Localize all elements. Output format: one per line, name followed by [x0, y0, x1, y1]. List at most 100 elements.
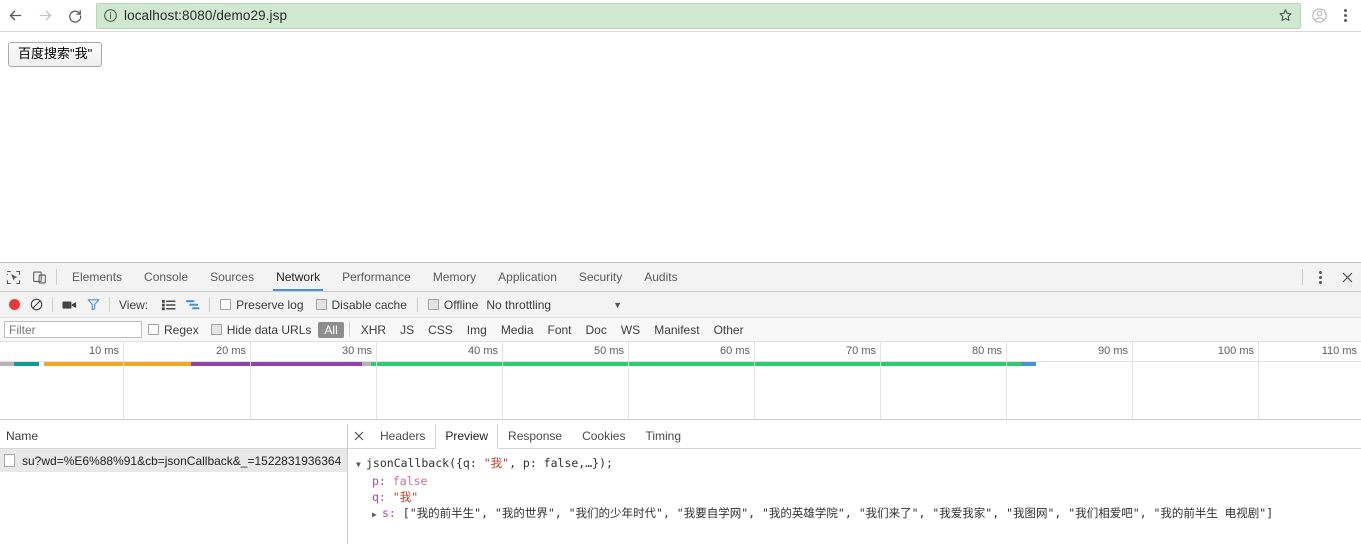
filter-chip-media[interactable]: Media [495, 322, 540, 338]
timeline-gridline [250, 342, 251, 419]
filter-funnel-icon[interactable] [82, 292, 105, 318]
network-split-view: Name su?wd=%E6%88%91&cb=jsonCallback&_=1… [0, 424, 1361, 544]
divider [416, 297, 418, 312]
kebab-menu-icon[interactable] [1333, 1, 1357, 31]
waterfall-view-icon[interactable] [181, 292, 205, 318]
avatar-icon[interactable] [1305, 1, 1333, 31]
chevron-down-icon[interactable]: ▼ [551, 300, 628, 310]
tab-network[interactable]: Network [265, 263, 331, 291]
close-icon[interactable] [348, 424, 370, 448]
list-view-icon[interactable] [157, 292, 181, 318]
tab-application[interactable]: Application [487, 263, 568, 291]
tab-audits[interactable]: Audits [633, 263, 688, 291]
tab-sources[interactable]: Sources [199, 263, 265, 291]
tab-label: Elements [72, 270, 123, 284]
timeline-gridline [754, 342, 755, 419]
tab-memory[interactable]: Memory [422, 263, 487, 291]
requests-pane: Name su?wd=%E6%88%91&cb=jsonCallback&_=1… [0, 424, 348, 544]
more-options-icon[interactable] [1307, 263, 1333, 291]
table-row[interactable]: su?wd=%E6%88%91&cb=jsonCallback&_=152283… [0, 449, 347, 472]
timeline-gridline [123, 342, 124, 419]
timeline-tick-label: 100 ms [1217, 345, 1254, 357]
chevron-down-icon[interactable] [356, 457, 366, 473]
timeline-gridline [1006, 342, 1007, 419]
tab-label: Memory [432, 270, 477, 284]
disable-cache-checkbox[interactable]: Disable cache [310, 298, 413, 312]
throttling-select[interactable]: No throttling [484, 298, 551, 312]
record-button-icon[interactable] [4, 292, 25, 318]
tab-headers[interactable]: Headers [370, 424, 435, 448]
regex-checkbox[interactable]: Regex [142, 323, 205, 337]
back-button[interactable] [0, 1, 30, 31]
tab-preview[interactable]: Preview [435, 424, 499, 449]
tab-label: Security [578, 270, 623, 284]
requests-column-header[interactable]: Name [0, 424, 347, 449]
timeline-tick-label: 10 ms [89, 345, 119, 357]
view-label: View: [114, 292, 157, 318]
timing-segment-dns-lookup [44, 362, 192, 366]
browser-actions [1305, 1, 1361, 31]
timing-segment-finish [1020, 362, 1037, 366]
reload-button[interactable] [60, 1, 90, 31]
tab-console[interactable]: Console [133, 263, 199, 291]
json-key: p: [372, 474, 386, 488]
offline-label: Offline [443, 297, 479, 312]
baidu-search-button[interactable]: 百度搜索"我" [8, 42, 103, 68]
timing-segment-stalled [14, 362, 40, 366]
forward-button[interactable] [30, 1, 60, 31]
clear-icon[interactable] [25, 292, 48, 318]
offline-checkbox[interactable]: Offline [422, 298, 484, 312]
network-overview-timeline[interactable]: 10 ms 20 ms 30 ms 40 ms 50 ms 60 ms 70 ms 80 ms… [0, 342, 1361, 420]
timeline-gridline [376, 342, 377, 419]
regex-label: Regex [164, 322, 199, 337]
filter-chip-manifest[interactable]: Manifest [648, 322, 705, 338]
search-input[interactable] [4, 321, 142, 338]
timeline-gridline [628, 342, 629, 419]
json-root-line[interactable]: jsonCallback({q: "我", p: false,…}); [348, 455, 1361, 473]
tab-cookies[interactable]: Cookies [572, 424, 635, 448]
inspect-element-icon[interactable] [0, 263, 26, 291]
tab-label: Sources [210, 270, 255, 284]
tab-timing[interactable]: Timing [635, 424, 691, 448]
preserve-log-label: Preserve log [236, 297, 304, 312]
chevron-right-icon[interactable] [372, 507, 382, 523]
filter-chip-js[interactable]: JS [394, 322, 420, 338]
hide-data-urls-checkbox[interactable]: Hide data URLs [205, 323, 318, 337]
json-prop-q: q: "我" [348, 489, 1361, 505]
json-key: q: [372, 490, 386, 504]
timeline-tick-label: 20 ms [216, 345, 246, 357]
tab-response[interactable]: Response [498, 424, 572, 448]
json-prop-s[interactable]: s: ["我的前半生", "我的世界", "我们的少年时代", "我要自学网",… [348, 505, 1361, 523]
timing-segment-content-download [371, 362, 1021, 366]
timeline-tick-label: 50 ms [594, 345, 624, 357]
timeline-tick-label: 110 ms [1321, 345, 1357, 357]
timeline-gridline [1258, 342, 1259, 419]
filter-chip-doc[interactable]: Doc [580, 322, 613, 338]
divider [56, 269, 57, 285]
filter-chip-img[interactable]: Img [461, 322, 493, 338]
filter-chip-ws[interactable]: WS [615, 322, 646, 338]
network-toolbar: View: Preserve log Disable cache Offline… [0, 292, 1361, 318]
json-key: s: [382, 506, 396, 520]
browser-toolbar: localhost:8080/demo29.jsp [0, 0, 1361, 31]
screenshot-camera-icon[interactable] [57, 292, 82, 318]
filter-chip-font[interactable]: Font [542, 322, 578, 338]
close-icon[interactable] [1333, 263, 1361, 291]
preserve-log-checkbox[interactable]: Preserve log [214, 298, 309, 312]
checkbox-box [148, 324, 159, 335]
star-icon[interactable] [1274, 5, 1296, 27]
tab-performance[interactable]: Performance [331, 263, 422, 291]
tab-elements[interactable]: Elements [61, 263, 133, 291]
filter-chip-css[interactable]: CSS [422, 322, 459, 338]
screenshot-root: localhost:8080/demo29.jsp 百度搜索"我" Elemen… [0, 0, 1361, 544]
view-label-text: View: [119, 297, 149, 312]
json-root-prefix: jsonCallback({q: [366, 456, 484, 470]
filter-chip-all[interactable]: All [318, 321, 344, 338]
device-toolbar-icon[interactable] [26, 263, 52, 291]
tab-security[interactable]: Security [568, 263, 633, 291]
filter-chip-other[interactable]: Other [708, 322, 750, 338]
address-bar[interactable]: localhost:8080/demo29.jsp [96, 2, 1301, 29]
info-circle-icon[interactable] [103, 8, 118, 23]
filter-chip-xhr[interactable]: XHR [355, 322, 392, 338]
divider [209, 297, 211, 312]
